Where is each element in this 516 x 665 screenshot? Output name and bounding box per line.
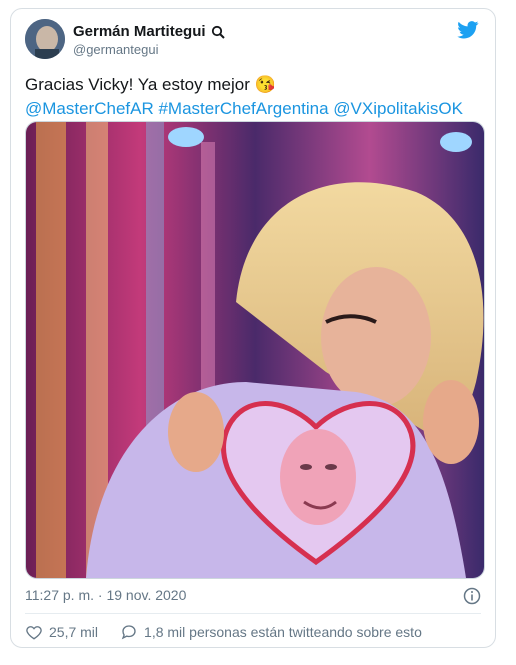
tweet-card: Germán Martitegui @germantegui Gracias V…: [10, 8, 496, 648]
conversation-text: 1,8 mil personas están twitteando sobre …: [144, 624, 422, 640]
magnifier-badge-icon: [211, 25, 225, 39]
tweet-text-line1: Gracias Vicky! Ya estoy mejor 😘: [25, 75, 276, 94]
conversation-link[interactable]: 1,8 mil personas están twitteando sobre …: [120, 623, 422, 641]
tweet-hashtags-mentions[interactable]: @MasterChefAR #MasterChefArgentina @VXip…: [25, 99, 463, 119]
reply-bubble-icon: [121, 625, 136, 640]
likes-count: 25,7 mil: [49, 624, 99, 640]
photo-woman-holding-shirt: [26, 122, 484, 578]
like-button[interactable]: 25,7 mil: [25, 623, 98, 641]
author-handle[interactable]: @germantegui: [73, 42, 158, 57]
tweet-actions: 25,7 mil 1,8 mil personas están twittean…: [25, 623, 444, 641]
tweet-timestamp[interactable]: 11:27 p. m. · 19 nov. 2020: [25, 587, 186, 603]
info-icon[interactable]: [463, 587, 481, 605]
divider: [25, 613, 481, 614]
avatar[interactable]: [25, 19, 65, 59]
tweet-image[interactable]: [25, 121, 485, 579]
author-name[interactable]: Germán Martitegui: [73, 23, 206, 40]
heart-icon: [26, 626, 42, 640]
twitter-bird-icon[interactable]: [457, 21, 479, 39]
